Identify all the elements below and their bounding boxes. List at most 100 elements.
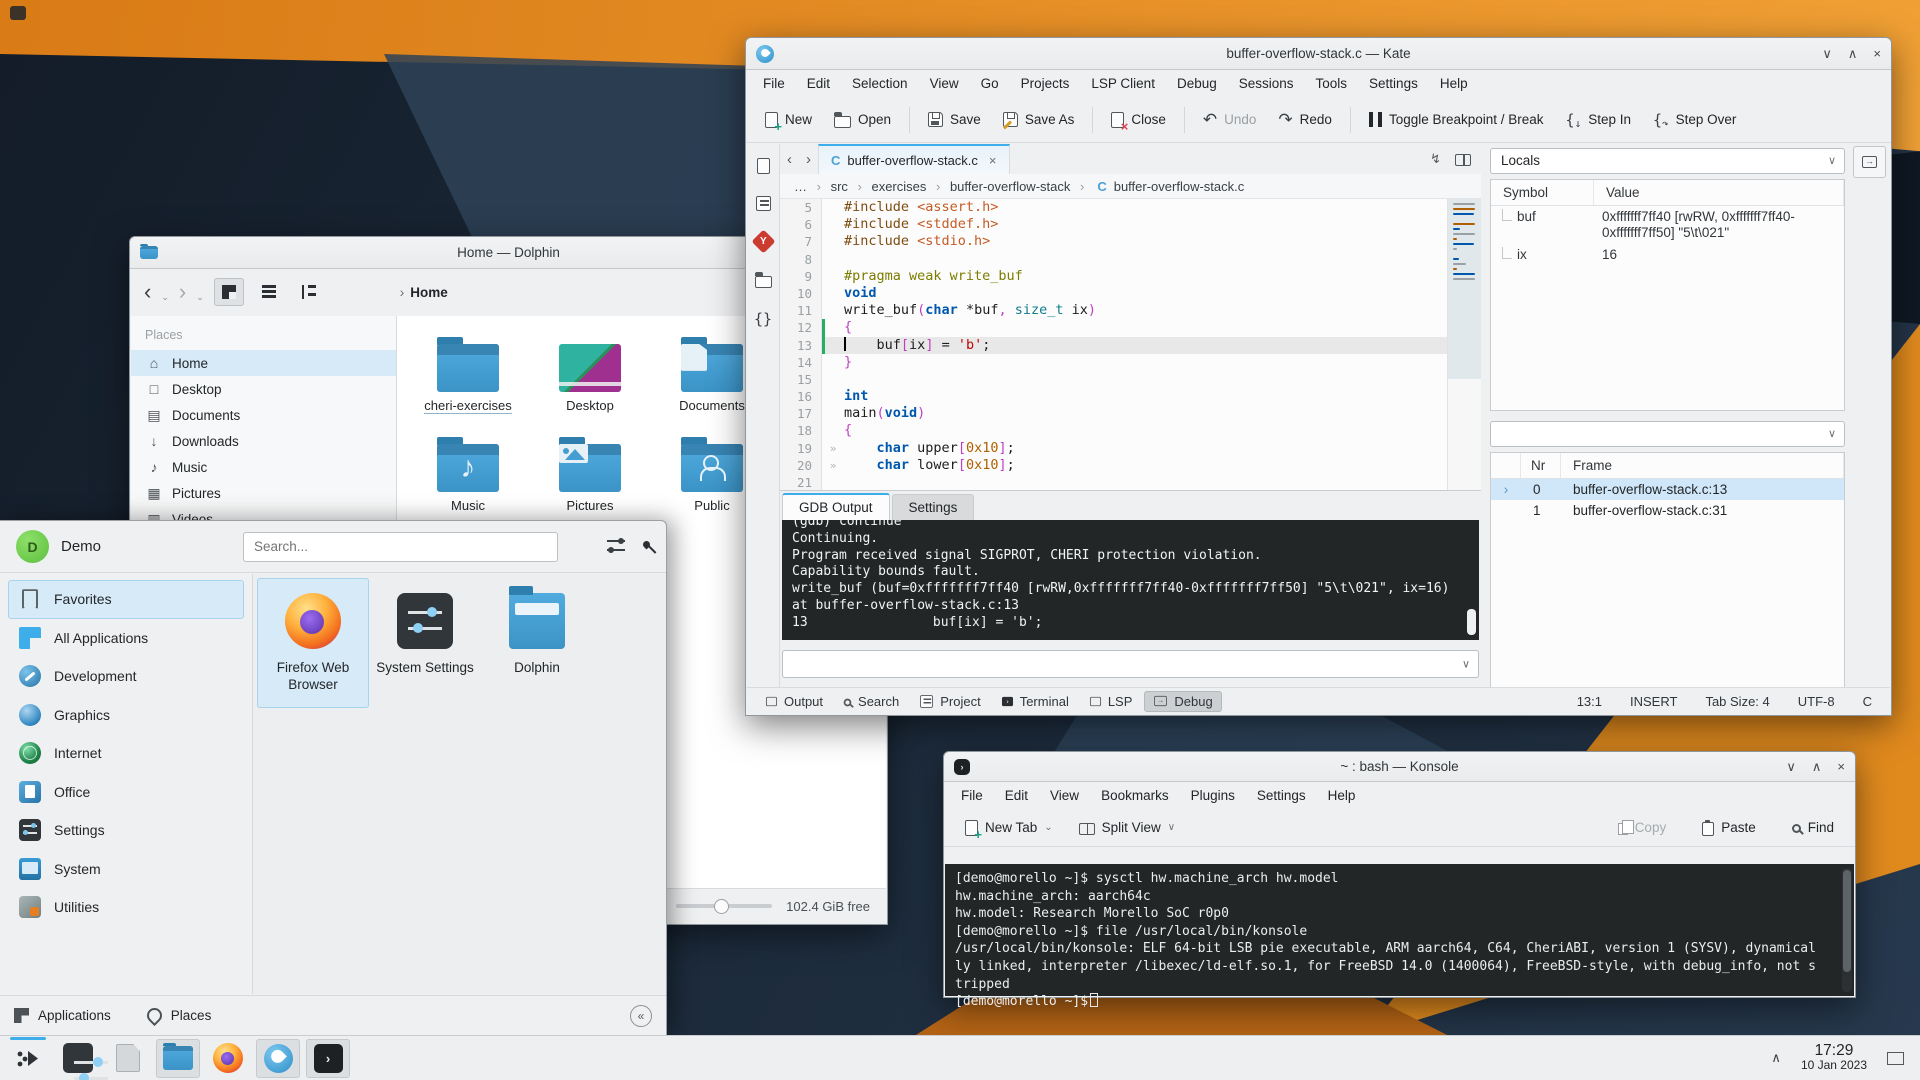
frame-row[interactable]: 1 buffer-overflow-stack.c:31 <box>1491 500 1844 521</box>
code-text[interactable]: } <box>844 354 1447 371</box>
line-number[interactable]: 15 <box>780 371 822 388</box>
code-text[interactable] <box>844 251 1447 268</box>
copy-button[interactable]: Copy <box>1609 814 1676 841</box>
step-over-button[interactable]: {↷ Step Over <box>1644 105 1745 135</box>
code-text[interactable]: { <box>844 319 1447 336</box>
gdb-scrollbar[interactable] <box>1467 609 1476 635</box>
line-number[interactable]: 12 <box>780 319 822 336</box>
folder-item[interactable]: Music <box>407 436 529 532</box>
code-line[interactable]: 14} <box>780 354 1447 371</box>
place-item[interactable]: ⌂ Home <box>131 350 396 376</box>
konsole-titlebar[interactable]: › ~ : bash — Konsole ∨ ∧ × <box>944 752 1855 782</box>
system-tray-expander-icon[interactable]: ∧ <box>1771 1050 1781 1066</box>
split-view-button[interactable]: Split View ∨ <box>1070 814 1184 841</box>
menu-item[interactable]: Debug <box>1168 73 1226 94</box>
redo-button[interactable]: ↷ Redo <box>1269 106 1341 133</box>
code-text[interactable]: void <box>844 285 1447 302</box>
code-line[interactable]: 17main(void) <box>780 405 1447 422</box>
paste-button[interactable]: Paste <box>1693 814 1765 842</box>
menu-item[interactable]: Settings <box>1248 785 1315 806</box>
code-text[interactable] <box>844 371 1447 388</box>
project-pane-button[interactable]: Project <box>911 691 988 712</box>
desktop-toolbox-icon[interactable] <box>10 6 26 20</box>
breadcrumb-segment[interactable]: buffer-overflow-stack <box>950 179 1070 194</box>
menu-item[interactable]: LSP Client <box>1082 73 1164 94</box>
search-input[interactable] <box>243 532 558 562</box>
gdb-output-tab[interactable]: GDB Output <box>782 493 890 520</box>
locals-row[interactable]: ix 16 <box>1491 244 1844 266</box>
tab-forward-icon[interactable]: › <box>799 151 818 168</box>
place-item[interactable]: ▦ Pictures <box>131 480 396 506</box>
back-dropdown-icon[interactable]: ⌄ <box>161 292 169 303</box>
code-text[interactable]: buf[ix] = 'b'; <box>844 337 1447 354</box>
tab-applications[interactable]: Applications <box>14 1008 111 1023</box>
menu-item[interactable]: Tools <box>1307 73 1357 94</box>
status-indicator[interactable]: UTF-8 <box>1798 694 1835 709</box>
code-line[interactable]: 19» char upper[0x10]; <box>780 440 1447 457</box>
symbol-column-header[interactable]: Symbol <box>1491 180 1594 205</box>
user-avatar[interactable]: D <box>16 530 49 563</box>
code-text[interactable]: char lower[0x10]; <box>844 457 1447 474</box>
lsp-pane-button[interactable]: LSP <box>1081 691 1141 712</box>
line-number[interactable]: 17 <box>780 405 822 422</box>
code-line[interactable]: 21 <box>780 474 1447 490</box>
code-line[interactable]: 16int <box>780 388 1447 405</box>
menu-item[interactable]: View <box>921 73 968 94</box>
save-button[interactable]: Save <box>919 106 990 133</box>
code-line[interactable]: 20» char lower[0x10]; <box>780 457 1447 474</box>
code-line[interactable]: 15 <box>780 371 1447 388</box>
task-kate[interactable] <box>256 1039 300 1078</box>
minimize-icon[interactable]: ∨ <box>1786 759 1796 775</box>
close-icon[interactable]: × <box>1837 759 1845 775</box>
line-number[interactable]: 10 <box>780 285 822 302</box>
locals-row[interactable]: buf 0xfffffff7ff40 [rwRW, 0xfffffff7ff40… <box>1491 206 1844 244</box>
configure-icon[interactable] <box>607 540 625 554</box>
maximize-icon[interactable]: ∧ <box>1812 759 1822 775</box>
code-line[interactable]: 8 <box>780 251 1447 268</box>
gdb-command-input[interactable]: ∨ <box>782 650 1479 678</box>
digital-clock[interactable]: 17:29 10 Jan 2023 <box>1801 1043 1867 1073</box>
menu-item[interactable]: Bookmarks <box>1092 785 1178 806</box>
code-text[interactable]: #include <stddef.h> <box>844 216 1447 233</box>
pin-icon[interactable] <box>642 540 652 550</box>
menu-item[interactable]: Settings <box>1360 73 1427 94</box>
find-button[interactable]: Find <box>1783 814 1843 841</box>
breadcrumb-segment[interactable]: … <box>794 179 807 194</box>
undo-button[interactable]: ↶ Undo <box>1194 106 1266 133</box>
folder-item[interactable]: cheri-exercises <box>407 336 529 432</box>
code-line[interactable]: 9 #pragma weak write_buf <box>780 268 1447 285</box>
back-icon[interactable]: ‹ <box>144 282 151 302</box>
breadcrumb-segment[interactable]: src <box>831 179 848 194</box>
category-item[interactable]: Internet <box>8 734 244 773</box>
category-item[interactable]: Utilities <box>8 888 244 927</box>
menu-item[interactable]: View <box>1041 785 1088 806</box>
line-number[interactable]: 20 <box>780 457 822 474</box>
folder-item[interactable]: Desktop <box>529 336 651 432</box>
code-line[interactable]: 5#include <assert.h> <box>780 199 1447 216</box>
forward-icon[interactable]: › <box>179 282 186 302</box>
code-line[interactable]: 10 void <box>780 285 1447 302</box>
category-item[interactable]: Settings <box>8 811 244 850</box>
category-item[interactable]: Favorites <box>8 580 244 619</box>
collapse-icon[interactable]: « <box>630 1005 652 1027</box>
line-number[interactable]: 21 <box>780 474 822 490</box>
open-button[interactable]: Open <box>825 106 900 134</box>
lsp-symbols-icon[interactable]: {} <box>754 310 772 328</box>
place-item[interactable]: ↓ Downloads <box>131 428 396 454</box>
code-line[interactable]: 12 { <box>780 319 1447 336</box>
tab-close-icon[interactable]: × <box>989 153 997 168</box>
debug-pane-button[interactable]: Debug <box>1144 691 1221 712</box>
code-text[interactable]: #pragma weak write_buf <box>844 268 1447 285</box>
line-number[interactable]: 9 <box>780 268 822 285</box>
gdb-settings-tab[interactable]: Settings <box>892 494 975 520</box>
line-number[interactable]: 5 <box>780 199 822 216</box>
line-number[interactable]: 14 <box>780 354 822 371</box>
line-number[interactable]: 11 <box>780 302 822 319</box>
app-item[interactable]: Dolphin <box>481 578 593 708</box>
status-indicator[interactable]: INSERT <box>1630 694 1677 709</box>
tab-back-icon[interactable]: ‹ <box>780 151 799 168</box>
close-icon[interactable]: × <box>1873 46 1881 62</box>
line-number[interactable]: 13 <box>780 337 822 354</box>
terminal-scrollbar[interactable] <box>1842 868 1852 992</box>
new-tab-button[interactable]: New Tab ⌄ <box>956 814 1062 842</box>
